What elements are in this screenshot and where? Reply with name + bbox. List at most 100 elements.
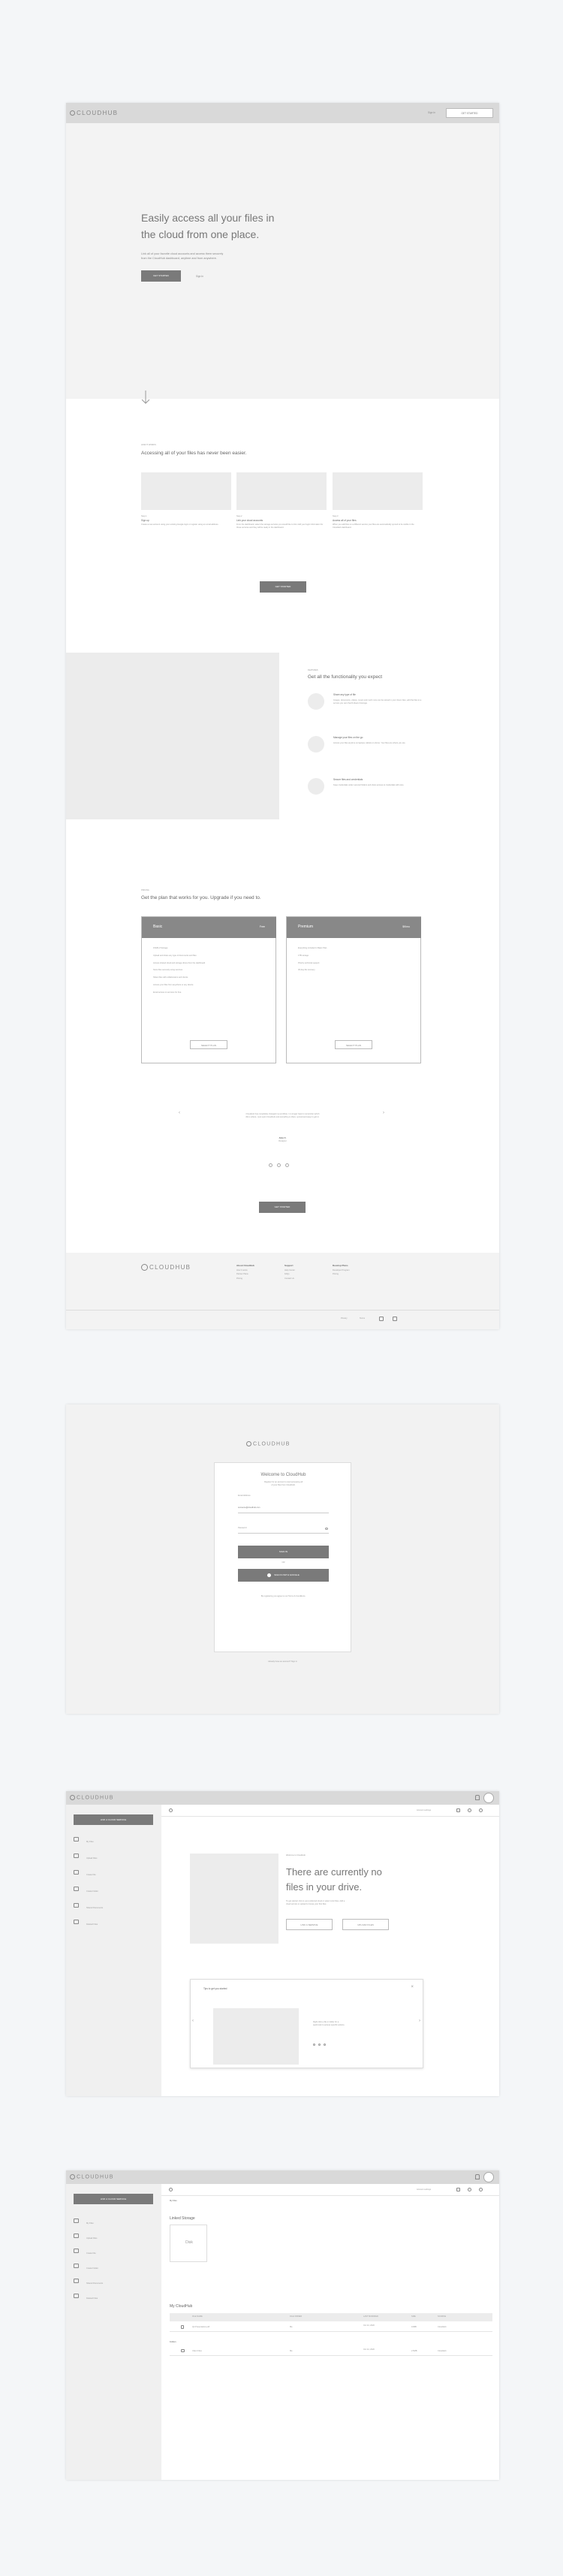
brand-logo[interactable]: CLOUDHUB: [70, 110, 118, 116]
features-eyebrow: FEATURES: [308, 669, 318, 671]
step-image: [141, 472, 231, 510]
how-get-started-button[interactable]: GET STARTED: [260, 581, 306, 593]
sidebar-item-upload-files[interactable]: Upload Files: [74, 1849, 161, 1860]
search-icon[interactable]: [169, 2188, 173, 2191]
carousel-dot[interactable]: [313, 2044, 315, 2046]
app-logo[interactable]: CLOUDHUB: [70, 2174, 114, 2179]
select-plan-button[interactable]: SELECT PLAN: [190, 1040, 227, 1049]
footer-rule: [66, 1310, 499, 1311]
footer-link[interactable]: FAQs: [285, 1273, 330, 1276]
sidebar-item-deleted-files[interactable]: Deleted Files: [74, 2289, 161, 2300]
signin-button[interactable]: SIGN IN: [238, 1546, 329, 1558]
carousel-dot[interactable]: [269, 1163, 272, 1167]
footer-logo[interactable]: CLOUDHUB: [141, 1264, 191, 1271]
column-header[interactable]: SOURCE: [438, 2315, 446, 2318]
help-icon[interactable]: [479, 2188, 483, 2191]
carousel-dot[interactable]: [277, 1163, 281, 1167]
sidebar-item-create-folder[interactable]: Create Folder: [74, 2259, 161, 2270]
table-row[interactable]: Client Files Me Oct 24, 2020 2.5MB Cloud…: [170, 2347, 492, 2356]
testimonial-prev-icon[interactable]: ‹: [179, 1111, 180, 1115]
bottom-get-started-button[interactable]: GET STARTED: [259, 1202, 306, 1213]
cloud-icon: [70, 1795, 75, 1800]
tip-text-line2: quick look to access specific actions.: [313, 2023, 345, 2026]
carousel-dot[interactable]: [285, 1163, 289, 1167]
linked-service-tile[interactable]: Disk: [170, 2225, 207, 2262]
search-icon[interactable]: [169, 1808, 173, 1812]
sidebar-item-my-files[interactable]: My Files: [74, 2214, 161, 2225]
eye-icon[interactable]: [325, 1528, 328, 1530]
grid-view-icon[interactable]: [456, 1808, 460, 1812]
hero-signin-link[interactable]: Sign In: [196, 275, 203, 279]
facebook-icon[interactable]: [379, 1317, 384, 1321]
sidebar-item-create-file[interactable]: Create File: [74, 2244, 161, 2255]
carousel-dot[interactable]: [318, 2044, 321, 2046]
footer-link[interactable]: How it works: [236, 1269, 282, 1272]
empty-desc-line2: cloud service or upload to house your fi…: [286, 1902, 327, 1905]
footer-privacy-link[interactable]: Privacy: [341, 1317, 348, 1320]
signin-footer-link[interactable]: Already have an account? Sign in: [214, 1661, 351, 1664]
password-field[interactable]: Password: [238, 1523, 329, 1534]
sidebar-item-upload-files[interactable]: Upload Files: [74, 2229, 161, 2240]
footer-link[interactable]: Contact Us: [285, 1277, 330, 1280]
upload-files-button[interactable]: UPLOAD FILES: [342, 1919, 389, 1930]
account-settings-label[interactable]: Account settings: [417, 2188, 431, 2191]
notification-icon[interactable]: [475, 2174, 480, 2179]
signin-logo[interactable]: CLOUDHUB: [246, 1441, 291, 1446]
trash-icon: [74, 2293, 79, 2298]
hero-get-started-button[interactable]: GET STARTED: [141, 270, 181, 282]
link-a-service-button[interactable]: LINK A SERVICE: [286, 1919, 333, 1930]
link-service-button[interactable]: LINK A CLOUD SERVICE: [74, 1814, 153, 1825]
sidebar-item-label: Deleted Files: [86, 1923, 98, 1926]
app-logo[interactable]: CLOUDHUB: [70, 1795, 114, 1800]
sidebar: LINK A CLOUD SERVICE My Files Upload Fil…: [66, 2184, 161, 2480]
footer-link[interactable]: Pricing: [333, 1273, 378, 1276]
sidebar-item-shared-documents[interactable]: Shared Documents: [74, 2274, 161, 2285]
empty-eyebrow: Welcome to CloudHub: [286, 1854, 306, 1857]
column-header[interactable]: LAST MODIFIED: [363, 2315, 378, 2318]
scroll-down-arrow-icon[interactable]: [141, 390, 150, 405]
email-field[interactable]: someone@cloudhub.com: [238, 1503, 329, 1513]
footer-link[interactable]: Partner Plans: [236, 1273, 282, 1276]
empty-state-illustration: [190, 1854, 278, 1944]
footer-link[interactable]: Developer Program: [333, 1269, 378, 1272]
table-row[interactable]: Q4 Presentation.pdf Me Oct 24, 2020 10MB…: [170, 2323, 492, 2332]
signin-link[interactable]: Sign In: [428, 111, 435, 115]
link-service-button[interactable]: LINK A CLOUD SERVICE: [74, 2194, 153, 2204]
select-plan-button[interactable]: SELECT PLAN: [335, 1040, 372, 1049]
breadcrumb[interactable]: My Files: [170, 2200, 177, 2203]
twitter-icon[interactable]: [393, 1317, 397, 1321]
avatar[interactable]: [483, 1793, 494, 1803]
close-icon[interactable]: ×: [411, 1985, 414, 1989]
pricing-heading: Get the plan that works for you. Upgrade…: [141, 895, 261, 900]
chevron-right-icon[interactable]: ›: [419, 2019, 420, 2023]
footer-link[interactable]: Help Center: [285, 1269, 330, 1272]
avatar[interactable]: [483, 2172, 494, 2182]
terms-text[interactable]: By registering you agree to our Terms & …: [215, 1595, 352, 1598]
plan-feature: 1TB storage: [298, 954, 309, 957]
chevron-left-icon[interactable]: ‹: [192, 2019, 194, 2023]
notification-icon[interactable]: [475, 1795, 480, 1800]
help-icon[interactable]: [479, 1808, 483, 1812]
google-signin-button[interactable]: SIGN IN WITH GOOGLE: [238, 1569, 329, 1582]
column-header[interactable]: FILE OWNER: [290, 2315, 302, 2318]
settings-icon[interactable]: [468, 1808, 471, 1812]
share-icon: [74, 2278, 79, 2283]
empty-title-line1: There are currently no: [286, 1866, 382, 1878]
sidebar-item-shared-documents[interactable]: Shared Documents: [74, 1899, 161, 1909]
grid-view-icon[interactable]: [456, 2188, 460, 2191]
account-settings-label[interactable]: Account settings: [417, 1809, 431, 1812]
quote-line2: file is where. I just open CloudHub and …: [245, 1115, 320, 1118]
testimonial-next-icon[interactable]: ›: [383, 1111, 384, 1115]
footer-terms-link[interactable]: Terms: [360, 1317, 365, 1320]
column-header[interactable]: FILE NAME: [192, 2315, 203, 2318]
sidebar-item-create-folder[interactable]: Create Folder: [74, 1882, 161, 1893]
get-started-nav-button[interactable]: GET STARTED: [446, 108, 493, 118]
carousel-dot[interactable]: [324, 2044, 326, 2046]
column-header[interactable]: SIZE: [411, 2315, 416, 2318]
settings-icon[interactable]: [468, 2188, 471, 2191]
sidebar-item-my-files[interactable]: My Files: [74, 1832, 161, 1843]
footer-link[interactable]: Pricing: [236, 1277, 282, 1280]
sidebar-item-deleted-files[interactable]: Deleted Files: [74, 1915, 161, 1926]
sidebar-item-create-file[interactable]: Create File: [74, 1866, 161, 1876]
sidebar-item-label: My Files: [86, 1841, 94, 1843]
